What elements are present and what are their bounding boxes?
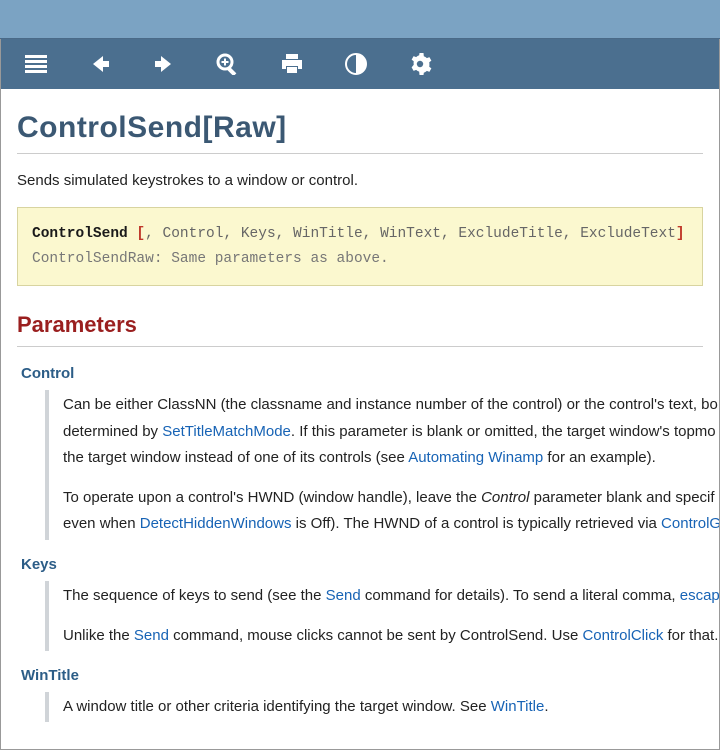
syntax-cmd: ControlSend [32,226,128,242]
link-detecthiddenwindows[interactable]: DetectHiddenWindows [140,515,292,532]
param-block-wintitle: A window title or other criteria identif… [45,692,703,722]
param-name-keys: Keys [21,556,703,573]
para: determined by SetTitleMatchMode. If this… [63,419,703,445]
toolbar [1,39,719,89]
forward-icon[interactable] [149,49,179,79]
link-send[interactable]: Send [326,587,361,604]
gear-icon[interactable] [405,49,435,79]
italic-control: Control [481,489,529,506]
link-escape[interactable]: escap [680,587,720,604]
link-controlclick[interactable]: ControlClick [582,627,663,644]
param-name-control: Control [21,365,703,382]
lead-text: Sends simulated keystrokes to a window o… [17,172,703,189]
print-icon[interactable] [277,49,307,79]
link-settitlematchmode[interactable]: SetTitleMatchMode [162,423,291,440]
link-controlget[interactable]: ControlG [661,515,720,532]
divider [17,153,703,154]
param-block-keys: The sequence of keys to send (see the Se… [45,581,703,652]
section-heading-parameters: Parameters [17,312,703,338]
para: The sequence of keys to send (see the Se… [63,583,703,609]
syntax-open-bracket: [ [128,226,145,242]
syntax-line-2: ControlSendRaw: Same parameters as above… [32,247,688,272]
contrast-icon[interactable] [341,49,371,79]
para: Unlike the Send command, mouse clicks ca… [63,623,703,649]
divider [17,346,703,347]
content: ControlSend[Raw] Sends simulated keystro… [1,89,719,722]
para: the target window instead of one of its … [63,445,703,471]
window-titlebar [0,0,720,39]
page-title: ControlSend[Raw] [17,111,703,145]
back-icon[interactable] [85,49,115,79]
para: A window title or other criteria identif… [63,694,703,720]
para: even when DetectHiddenWindows is Off). T… [63,511,703,537]
syntax-close-bracket: ] [676,226,685,242]
para: Can be either ClassNN (the classname and… [63,392,703,418]
zoom-icon[interactable] [213,49,243,79]
link-automating-winamp[interactable]: Automating Winamp [408,449,543,466]
syntax-args: , Control, Keys, WinTitle, WinText, Excl… [145,226,676,242]
param-block-control: Can be either ClassNN (the classname and… [45,390,703,539]
para: To operate upon a control's HWND (window… [63,485,703,511]
syntax-line-1: ControlSend [, Control, Keys, WinTitle, … [32,222,688,247]
page-frame: ControlSend[Raw] Sends simulated keystro… [0,39,720,750]
param-name-wintitle: WinTitle [21,667,703,684]
link-wintitle[interactable]: WinTitle [491,698,545,715]
link-send-2[interactable]: Send [134,627,169,644]
menu-icon[interactable] [21,49,51,79]
syntax-box: ControlSend [, Control, Keys, WinTitle, … [17,207,703,286]
